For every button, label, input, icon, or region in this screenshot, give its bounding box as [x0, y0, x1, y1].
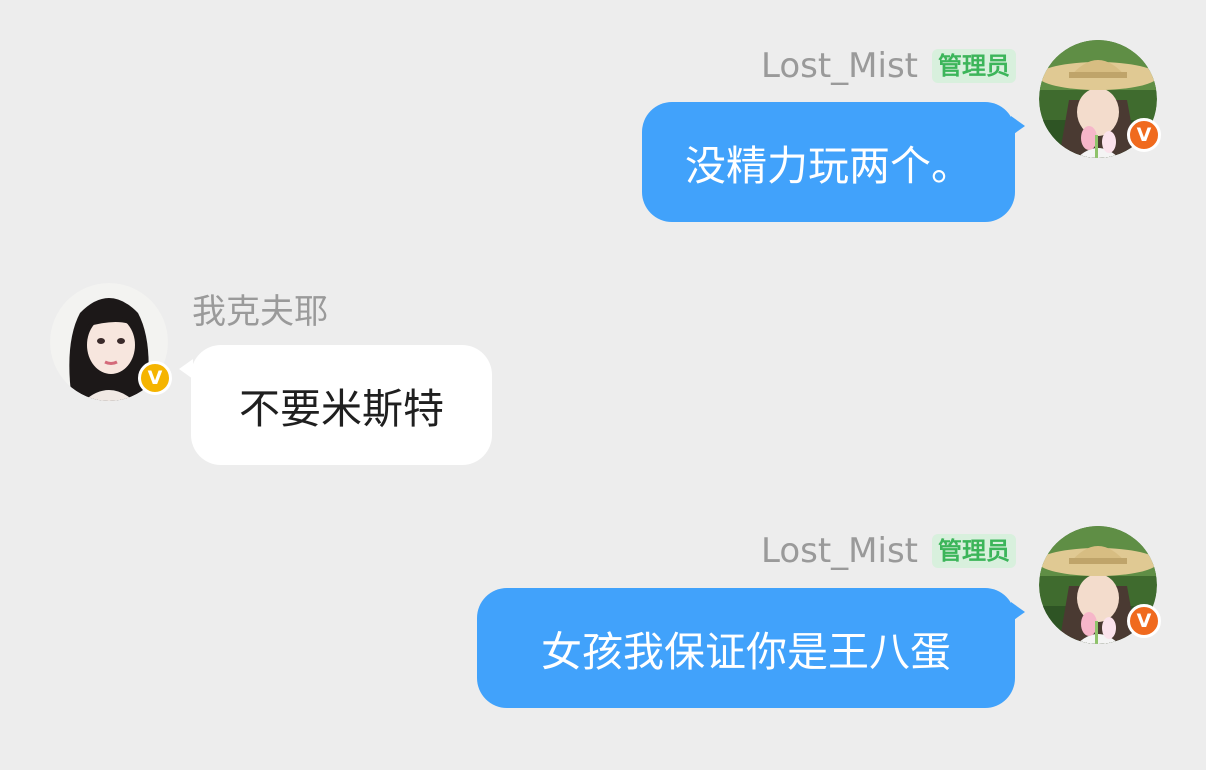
sender-name-row: Lost_Mist 管理员: [761, 46, 1016, 86]
user-avatar[interactable]: V: [1039, 40, 1161, 158]
sender-name[interactable]: Lost_Mist: [761, 46, 918, 86]
admin-role-badge: 管理员: [932, 48, 1016, 84]
message-bubble[interactable]: 没精力玩两个。: [642, 102, 1015, 222]
bubble-tail: [1011, 602, 1025, 622]
sender-name-row: Lost_Mist 管理员: [761, 531, 1016, 571]
bubble-tail: [179, 359, 193, 379]
verified-v-badge-icon: V: [138, 361, 172, 395]
message-text: 没精力玩两个。: [685, 142, 972, 190]
sender-name[interactable]: Lost_Mist: [761, 531, 918, 571]
message-text: 女孩我保证你是王八蛋: [541, 628, 951, 676]
verified-v-badge-icon: V: [1127, 118, 1161, 152]
sender-name[interactable]: 我克夫耶: [192, 284, 328, 333]
message-text: 不要米斯特: [239, 385, 444, 433]
verified-v-badge-icon: V: [1127, 604, 1161, 638]
message-bubble[interactable]: 女孩我保证你是王八蛋: [477, 588, 1015, 708]
sender-name-row: 我克夫耶: [192, 288, 328, 332]
admin-role-badge: 管理员: [932, 533, 1016, 569]
user-avatar[interactable]: V: [50, 283, 172, 401]
message-bubble[interactable]: 不要米斯特: [191, 345, 492, 465]
bubble-tail: [1011, 116, 1025, 136]
user-avatar[interactable]: V: [1039, 526, 1161, 644]
